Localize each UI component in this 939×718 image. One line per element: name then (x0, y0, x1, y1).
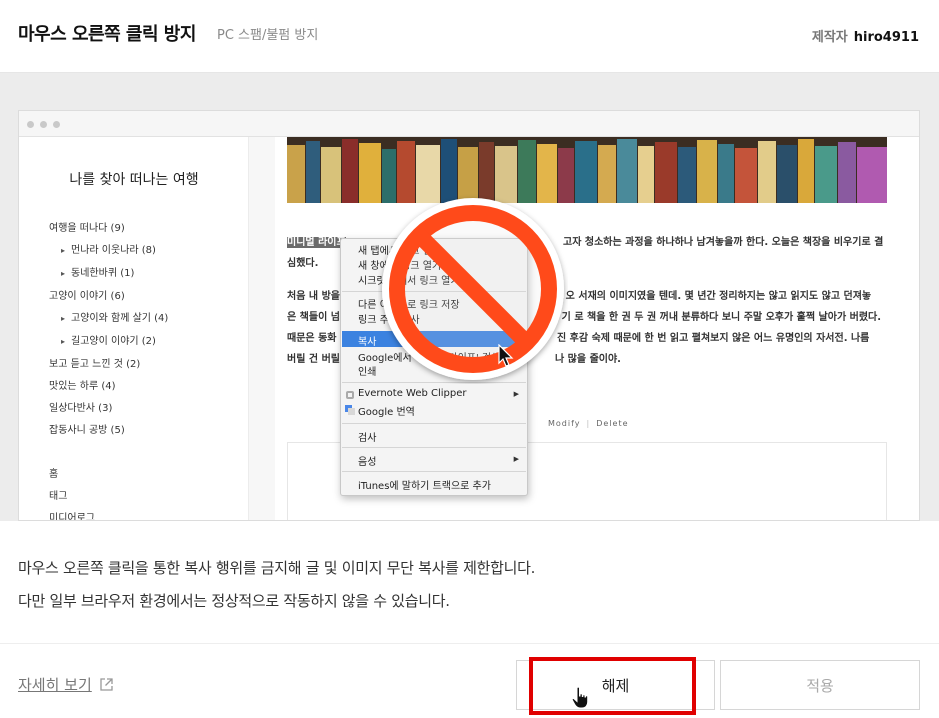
selected-text: 미니멀 라이프 (287, 237, 346, 248)
blog-sidebar: 나를 찾아 떠나는 여행 여행을 떠나다 (9) 먼나라 이웃나라 (8) 동네… (19, 137, 249, 521)
submenu-arrow-icon: ▶ (513, 455, 519, 463)
article-text: 인 오 서재의 이미지였을 텐데. 몇 년간 정리하지는 않고 읽지도 않고 던… (553, 291, 872, 302)
menu-item-itunes: iTunes에 말하기 트랙으로 추가 (358, 481, 491, 492)
category-item: 동네한바퀴 (1) (61, 264, 134, 279)
page-subtitle: PC 스팸/불펌 방지 (217, 28, 319, 43)
description-line-1: 마우스 오른쪽 클릭을 통한 복사 행위를 금지해 글 및 이미지 무단 복사를… (18, 559, 536, 577)
post-meta-links: Modify | Delete (548, 419, 629, 428)
mouse-pointer-icon (498, 344, 514, 367)
article-text: 처음 내 방을 (287, 291, 340, 302)
highlight-frame (529, 657, 696, 715)
bookshelf-banner-image (287, 137, 887, 203)
browser-title-bar (19, 111, 919, 137)
category-item: 맛있는 하루 (4) (49, 381, 116, 392)
submenu-arrow-icon: ▶ (513, 390, 519, 398)
category-item: 여행을 떠나다 (9) (49, 223, 125, 234)
author-info: 제작자 hiro4911 (812, 26, 919, 45)
modify-link: Modify (548, 419, 581, 428)
menu-item-print: 인쇄 (358, 367, 377, 378)
category-item: 고양이 이야기 (6) (49, 291, 125, 302)
menu-item-copy: 복사 (358, 337, 377, 348)
evernote-icon (346, 391, 354, 399)
author-label: 제작자 (811, 30, 848, 45)
hand-cursor-icon (571, 686, 589, 709)
category-item: 먼나라 이웃나라 (8) (61, 241, 156, 256)
nav-item-home: 홈 (49, 469, 59, 480)
apply-button[interactable]: 적용 (720, 660, 920, 710)
author-name: hiro4911 (853, 30, 919, 45)
category-item: 일상다반사 (3) (49, 403, 113, 414)
article-text: 때문은 동화 (287, 333, 337, 344)
panel-divider (0, 643, 939, 644)
article-text: 는 기 로 책을 한 권 두 권 꺼내 분류하다 보니 주말 오후가 훌쩍 날아… (549, 312, 882, 323)
window-dot-icon (40, 121, 47, 128)
prohibition-icon (382, 198, 564, 380)
page-title: 마우스 오른쪽 클릭 방지 (18, 24, 196, 45)
description-line-2: 다만 일부 브라우저 환경에서는 정상적으로 작동하지 않을 수 있습니다. (18, 592, 450, 610)
external-link-icon (100, 678, 113, 691)
blog-title: 나를 찾아 떠나는 여행 (69, 172, 199, 188)
detail-link[interactable]: 자세히 보기 (18, 674, 113, 695)
category-item: 길고양이 이야기 (2) (61, 332, 156, 347)
menu-item-evernote: Evernote Web Clipper (358, 388, 467, 399)
detail-link-label: 자세히 보기 (18, 676, 92, 694)
page-header: 마우스 오른쪽 클릭 방지 PC 스팸/불펌 방지 제작자 hiro4911 (0, 0, 939, 73)
article-text: 고자 청소하는 과정을 하나하나 남겨놓을까 한다. 오늘은 책장을 비우기로 … (563, 237, 884, 248)
menu-item-speech: 음성 (358, 457, 377, 468)
menu-item-google-translate: Google 번역 (358, 407, 415, 418)
category-item: 고양이와 함께 살기 (4) (61, 309, 168, 324)
nav-item-tag: 태그 (49, 491, 68, 502)
delete-link: Delete (596, 419, 629, 428)
article-text: 버릴 건 버릴 (287, 354, 340, 365)
category-item: 잡동사니 공방 (5) (49, 425, 125, 436)
window-dot-icon (53, 121, 60, 128)
article-text: 은 책들이 넘 (287, 312, 340, 323)
nav-item-medialog: 미디어로그 (49, 513, 95, 521)
menu-item-inspect: 검사 (358, 433, 377, 444)
article-text: 진 후감 숙제 때문에 한 번 읽고 펼쳐보지 않은 어느 유명인의 자서전. … (557, 333, 870, 344)
category-item: 보고 듣고 느낀 것 (2) (49, 359, 141, 370)
window-dot-icon (27, 121, 34, 128)
bookshelf-image (287, 137, 887, 203)
google-translate-icon (345, 405, 355, 415)
settings-panel: 마우스 오른쪽 클릭을 통한 복사 행위를 금지해 글 및 이미지 무단 복사를… (0, 521, 939, 718)
